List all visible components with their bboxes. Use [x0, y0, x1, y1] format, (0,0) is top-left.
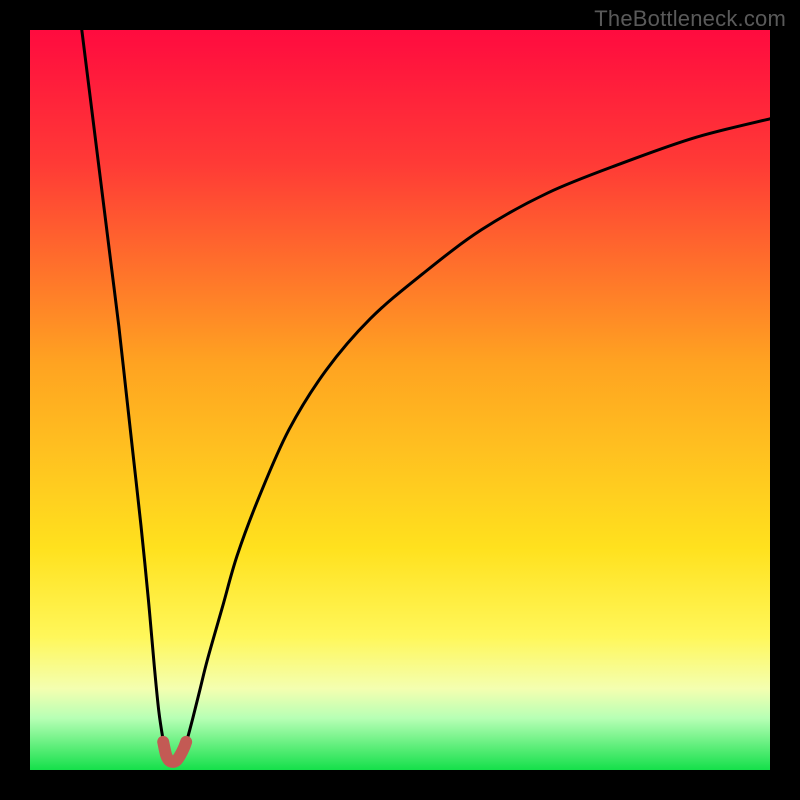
plot-svg — [30, 30, 770, 770]
watermark-text: TheBottleneck.com — [594, 6, 786, 32]
gradient-background — [30, 30, 770, 770]
plot-area — [30, 30, 770, 770]
chart-frame: TheBottleneck.com — [0, 0, 800, 800]
